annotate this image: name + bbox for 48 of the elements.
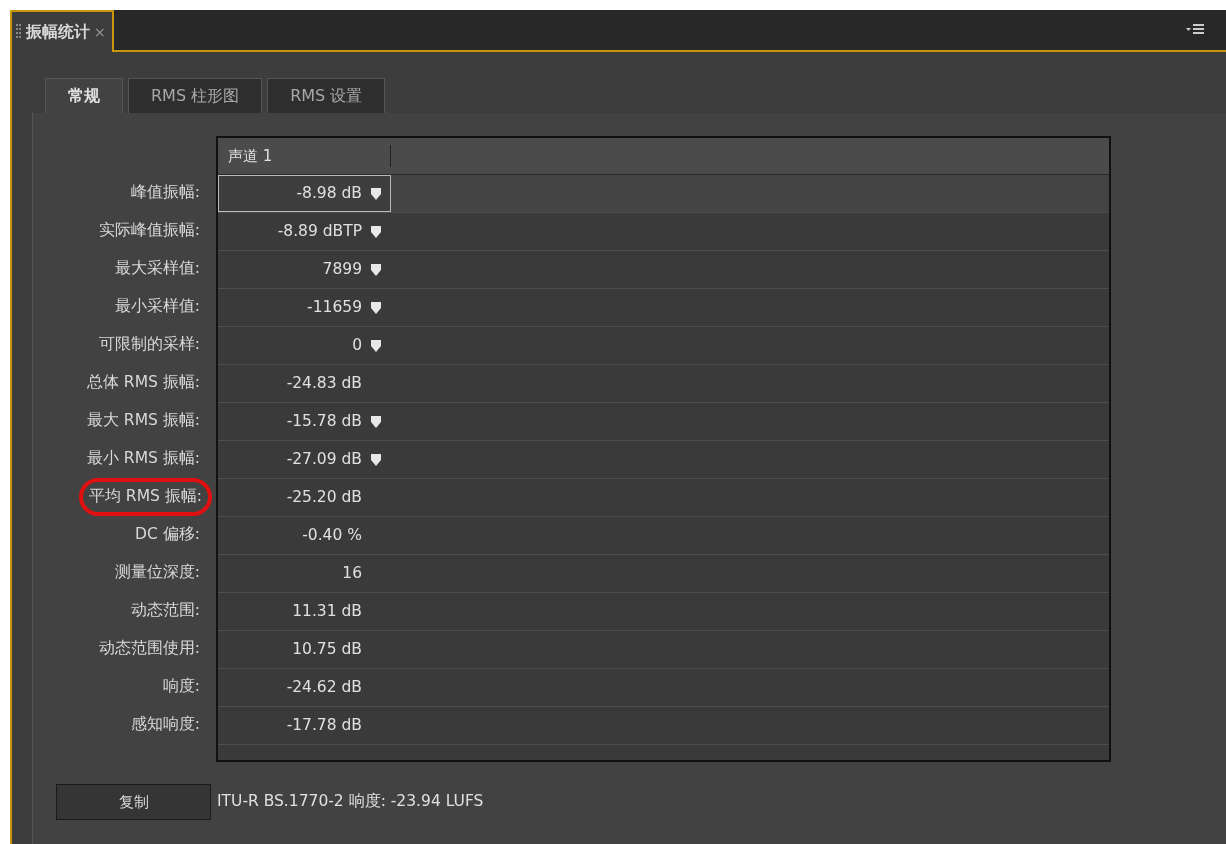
close-button[interactable]: ×	[94, 21, 106, 43]
value-cell[interactable]: -11659	[218, 289, 391, 326]
panel-title: 振幅统计	[26, 21, 90, 43]
tab[interactable]: RMS 设置	[267, 78, 386, 113]
column-header[interactable]: 声道 1	[218, 144, 391, 168]
value-cell[interactable]: -0.40 %	[218, 517, 391, 554]
value-cell[interactable]: -27.09 dB	[218, 441, 391, 478]
marker-icon[interactable]	[370, 300, 382, 315]
row-label: DC 偏移:	[134, 524, 201, 546]
row-label: 最小采样值:	[113, 296, 201, 318]
row-label: 动态范围使用:	[97, 638, 201, 660]
row-label: 最大采样值:	[113, 258, 201, 280]
value-cell[interactable]: 11.31 dB	[218, 593, 391, 630]
row-label: 响度:	[161, 676, 201, 698]
row-label: 平均 RMS 振幅:	[78, 478, 212, 516]
value-cell[interactable]: 0	[218, 327, 391, 364]
value-cell[interactable]: -15.78 dB	[218, 403, 391, 440]
loudness-text: ITU-R BS.1770-2 响度: -23.94 LUFS	[217, 791, 484, 813]
value-cell[interactable]: 10.75 dB	[218, 631, 391, 668]
marker-icon[interactable]	[370, 338, 382, 353]
value-cell[interactable]: -8.89 dBTP	[218, 213, 391, 250]
value-cell[interactable]: 16	[218, 555, 391, 592]
row-label: 感知响度:	[129, 714, 201, 736]
row-label: 实际峰值振幅:	[97, 220, 201, 242]
value-cell[interactable]: -8.98 dB	[218, 175, 391, 212]
row-label: 可限制的采样:	[97, 334, 201, 356]
copy-button[interactable]: 复制	[56, 784, 211, 820]
tab[interactable]: RMS 柱形图	[128, 78, 263, 113]
row-label: 总体 RMS 振幅:	[85, 372, 201, 394]
marker-icon[interactable]	[370, 452, 382, 467]
row-label: 最小 RMS 振幅:	[85, 448, 201, 470]
value-cell[interactable]: -24.62 dB	[218, 669, 391, 706]
value-cell[interactable]: 7899	[218, 251, 391, 288]
tab[interactable]: 常规	[45, 78, 123, 113]
marker-icon[interactable]	[370, 262, 382, 277]
row-label: 最大 RMS 振幅:	[85, 410, 201, 432]
panel-tab[interactable]: 振幅统计 ×	[10, 10, 114, 52]
marker-icon[interactable]	[370, 414, 382, 429]
row-label: 动态范围:	[129, 600, 201, 622]
menu-icon[interactable]	[1186, 24, 1204, 36]
grip-icon	[16, 23, 22, 41]
marker-icon[interactable]	[370, 224, 382, 239]
value-cell[interactable]: -25.20 dB	[218, 479, 391, 516]
marker-icon[interactable]	[370, 186, 382, 201]
value-cell[interactable]: -17.78 dB	[218, 707, 391, 744]
value-cell[interactable]: -24.83 dB	[218, 365, 391, 402]
row-label: 测量位深度:	[113, 562, 201, 584]
row-label: 峰值振幅:	[129, 182, 201, 204]
